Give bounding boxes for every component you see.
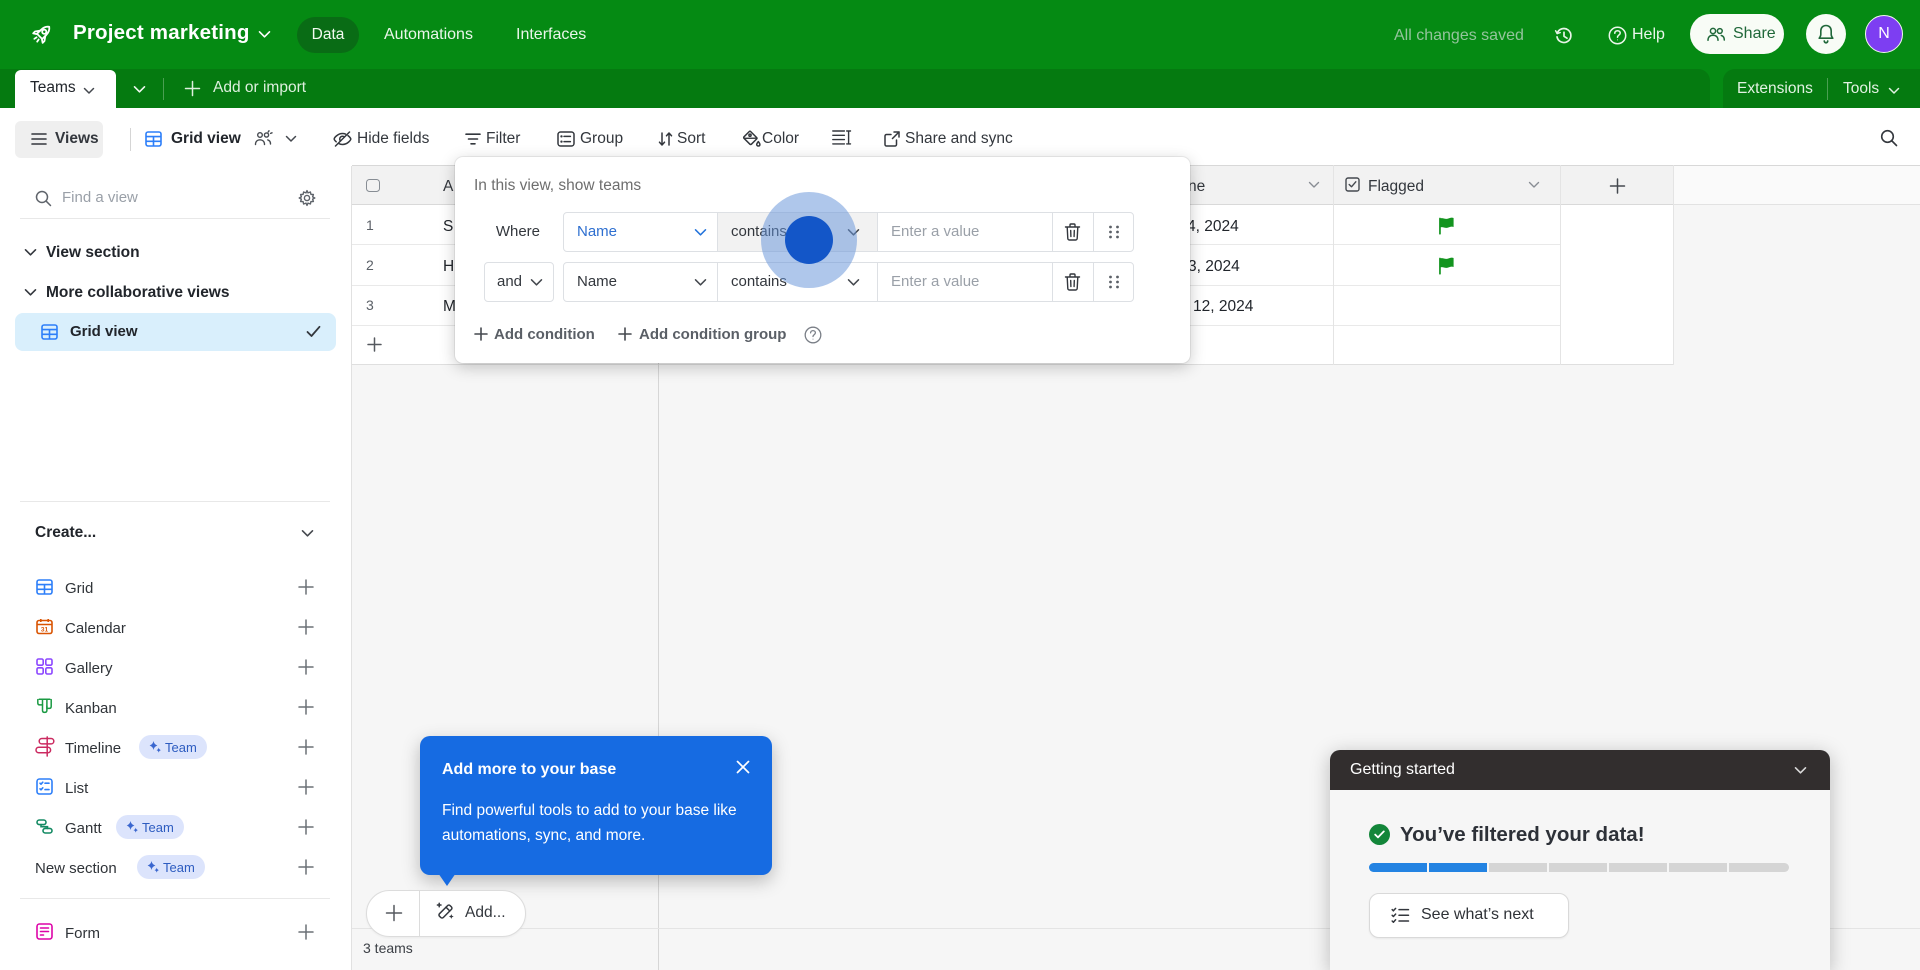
svg-text:31: 31 [41, 627, 49, 634]
